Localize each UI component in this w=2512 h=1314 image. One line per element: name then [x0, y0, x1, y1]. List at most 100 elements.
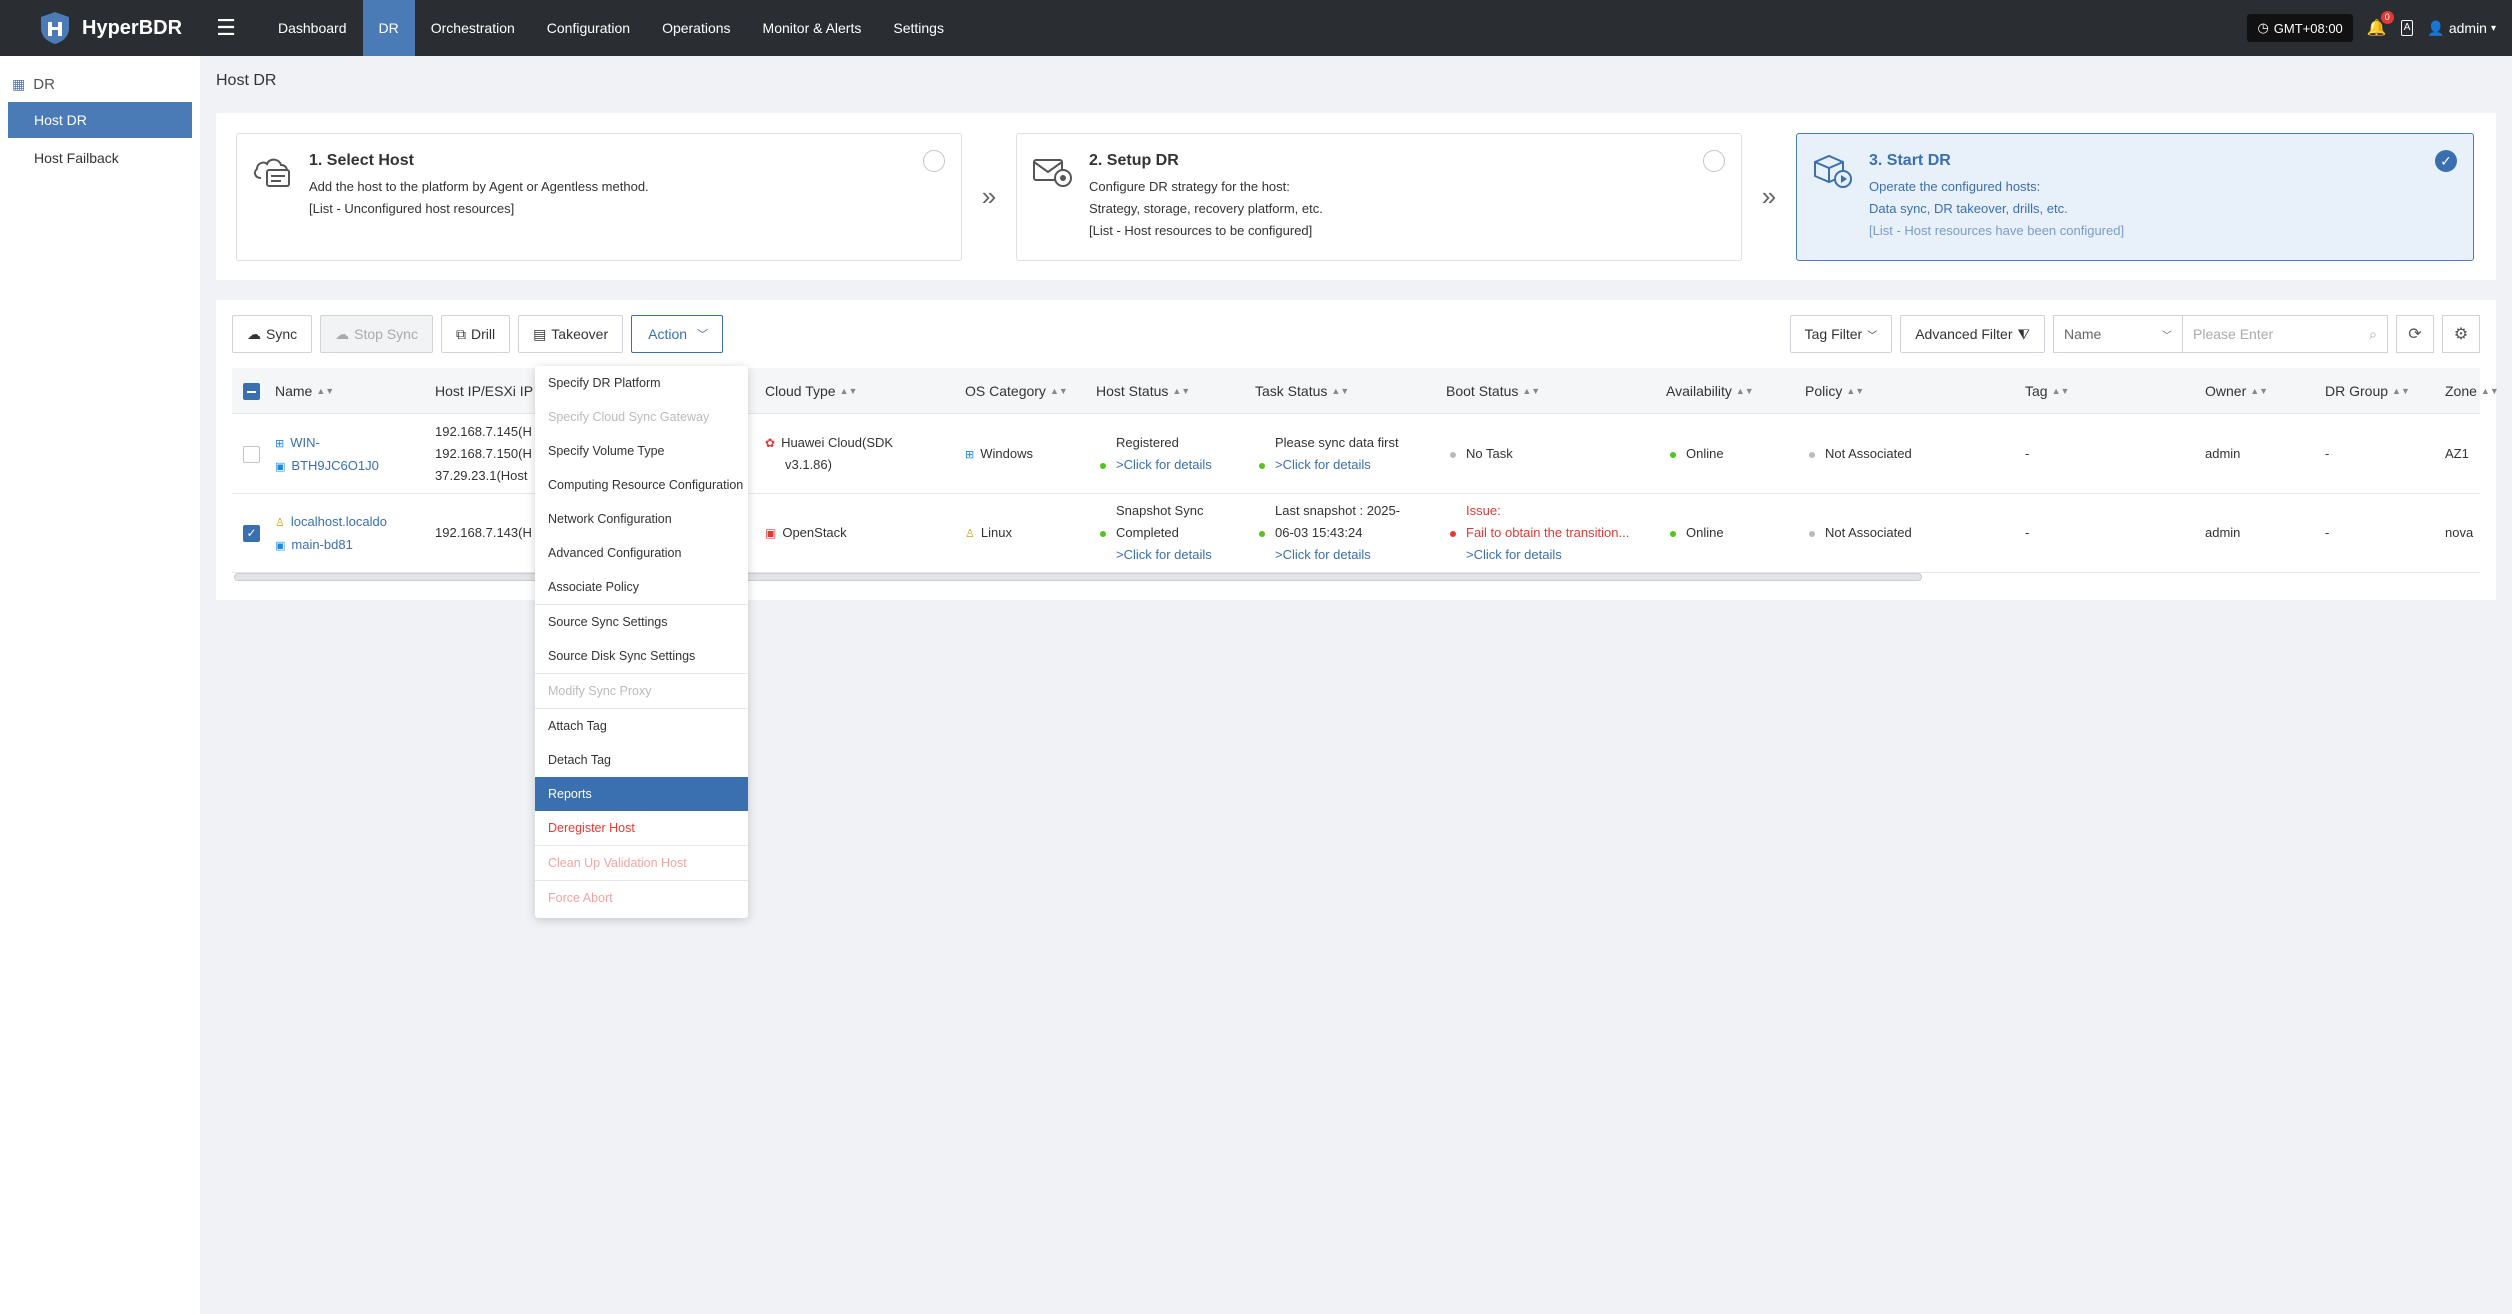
- nav-dashboard[interactable]: Dashboard: [262, 0, 363, 56]
- row-checkbox[interactable]: [243, 446, 260, 463]
- col-host-ip[interactable]: Host IP/ESXi IP: [435, 368, 533, 414]
- status-dot: [1670, 530, 1676, 537]
- col-boot-status[interactable]: Boot Status ▲▼: [1446, 368, 1540, 414]
- menu-item-modify-sync-proxy[interactable]: Modify Sync Proxy: [535, 674, 748, 708]
- menu-item-source-sync-settings[interactable]: Source Sync Settings: [535, 605, 748, 639]
- menu-item-reports[interactable]: Reports: [535, 777, 748, 811]
- menu-item-source-disk-sync-settings[interactable]: Source Disk Sync Settings: [535, 639, 748, 673]
- host-name-link[interactable]: localhost.localdo: [291, 514, 387, 529]
- dr-group: -: [2325, 525, 2330, 540]
- menu-item-deregister-host[interactable]: Deregister Host: [535, 811, 748, 845]
- menu-toggle-icon[interactable]: ☰: [206, 0, 246, 56]
- horizontal-scrollbar[interactable]: [234, 573, 1922, 581]
- menu-item-clean-up-validation-host[interactable]: Clean Up Validation Host: [535, 846, 748, 880]
- refresh-icon[interactable]: ⟳: [2396, 315, 2434, 353]
- host-name-link[interactable]: BTH9JC6O1J0: [291, 458, 378, 473]
- search-input[interactable]: Please Enter ⌕: [2182, 315, 2388, 353]
- status-dot: [1670, 451, 1676, 458]
- col-label: Host Status: [1096, 383, 1169, 399]
- host-name-link[interactable]: WIN-: [290, 435, 320, 450]
- task-status: 06-03 15:43:24: [1275, 525, 1363, 540]
- advanced-filter-button[interactable]: Advanced Filter ⧨: [1900, 315, 2045, 353]
- col-owner[interactable]: Owner ▲▼: [2205, 368, 2268, 414]
- search-field-select[interactable]: Name ﹀: [2053, 315, 2183, 353]
- col-label: Name: [275, 383, 313, 399]
- menu-item-force-abort[interactable]: Force Abort: [535, 881, 748, 915]
- step-radio[interactable]: [923, 149, 945, 172]
- menu-item-specify-dr-platform[interactable]: Specify DR Platform: [535, 366, 748, 400]
- menu-item-associate-policy[interactable]: Associate Policy: [535, 570, 748, 604]
- host-status-details-link[interactable]: >Click for details: [1116, 457, 1212, 472]
- step-setup-dr[interactable]: 2. Setup DR Configure DR strategy for th…: [1016, 132, 1742, 261]
- takeover-icon: ▤: [533, 325, 547, 342]
- language-icon[interactable]: A: [2400, 20, 2414, 36]
- host-status: Registered: [1116, 435, 1179, 450]
- col-os-category[interactable]: OS Category ▲▼: [965, 368, 1068, 414]
- search-field-label: Name: [2064, 326, 2102, 342]
- col-label: Zone: [2445, 383, 2477, 399]
- cloud-type: OpenStack: [782, 525, 847, 540]
- sidebar-item-host-failback[interactable]: Host Failback: [8, 140, 192, 176]
- nav-monitor-alerts[interactable]: Monitor & Alerts: [747, 0, 878, 56]
- col-host-status[interactable]: Host Status ▲▼: [1096, 368, 1190, 414]
- nav-configuration[interactable]: Configuration: [531, 0, 646, 56]
- col-availability[interactable]: Availability ▲▼: [1666, 368, 1754, 414]
- bell-icon[interactable]: 🔔 0: [2367, 11, 2394, 38]
- notification-badge: 0: [2380, 11, 2394, 24]
- nav-orchestration[interactable]: Orchestration: [415, 0, 531, 56]
- nav-dr[interactable]: DR: [362, 0, 415, 56]
- gear-icon[interactable]: ⚙: [2442, 315, 2480, 353]
- status-dot: [1809, 451, 1815, 458]
- host-name-link[interactable]: main-bd81: [291, 537, 352, 552]
- row-checkbox[interactable]: ✓: [243, 525, 260, 542]
- step-start-dr[interactable]: 3. Start DR Operate the configured hosts…: [1796, 132, 2474, 261]
- availability: Online: [1686, 446, 1724, 461]
- step-radio[interactable]: [1703, 149, 1725, 172]
- user-menu[interactable]: 👤 admin ▾: [2427, 20, 2496, 37]
- cloud-host-icon: [253, 158, 290, 187]
- host-ip: 192.168.7.150(H: [435, 446, 532, 461]
- windows-icon: ⊞: [965, 449, 975, 461]
- step-desc: [List - Host resources to be configured]: [1089, 222, 1313, 238]
- takeover-button[interactable]: ▤ Takeover: [518, 315, 624, 353]
- sort-icon: ▲▼: [1522, 386, 1541, 396]
- menu-item-computing-resource-configuration[interactable]: Computing Resource Configuration: [535, 468, 748, 502]
- step-select-host[interactable]: 1. Select Host Add the host to the platf…: [236, 132, 962, 261]
- boot-status-details-link[interactable]: >Click for details: [1466, 547, 1562, 562]
- col-tag[interactable]: Tag ▲▼: [2025, 368, 2069, 414]
- sync-button[interactable]: ☁ Sync: [232, 315, 313, 353]
- col-policy[interactable]: Policy ▲▼: [1805, 368, 1864, 414]
- menu-item-detach-tag[interactable]: Detach Tag: [535, 743, 748, 777]
- sidebar-item-host-dr[interactable]: Host DR: [8, 102, 192, 138]
- tag-filter-button[interactable]: Tag Filter ﹀: [1789, 315, 1893, 353]
- stop-sync-button[interactable]: ☁ Stop Sync: [320, 315, 433, 353]
- user-icon: 👤: [2427, 19, 2445, 36]
- task-status-details-link[interactable]: >Click for details: [1275, 547, 1371, 562]
- col-name[interactable]: Name ▲▼: [275, 368, 334, 414]
- col-task-status[interactable]: Task Status ▲▼: [1255, 368, 1349, 414]
- sort-icon: ▲▼: [1049, 386, 1068, 396]
- host-status-details-link[interactable]: >Click for details: [1116, 547, 1212, 562]
- timezone-button[interactable]: ◷ GMT+08:00: [2247, 14, 2353, 42]
- menu-item-specify-cloud-sync-gateway[interactable]: Specify Cloud Sync Gateway: [535, 400, 748, 434]
- drill-button[interactable]: ⧉ Drill: [440, 315, 511, 353]
- menu-item-attach-tag[interactable]: Attach Tag: [535, 709, 748, 743]
- action-dropdown-button[interactable]: Action ﹀: [631, 315, 724, 353]
- page-title: Host DR: [216, 72, 277, 89]
- nav-operations[interactable]: Operations: [646, 0, 746, 56]
- host-status: Snapshot Sync: [1116, 503, 1204, 518]
- app-logo[interactable]: HyperBDR: [0, 10, 200, 46]
- col-dr-group[interactable]: DR Group ▲▼: [2325, 368, 2410, 414]
- nav-settings[interactable]: Settings: [877, 0, 960, 56]
- col-cloud-type[interactable]: Cloud Type ▲▼: [765, 368, 857, 414]
- clock-icon: ◷: [2257, 20, 2269, 35]
- menu-item-advanced-configuration[interactable]: Advanced Configuration: [535, 536, 748, 570]
- select-all-checkbox[interactable]: [243, 382, 260, 400]
- col-zone[interactable]: Zone ▲▼: [2445, 368, 2499, 414]
- sort-icon: ▲▼: [2480, 386, 2499, 396]
- col-label: Tag: [2025, 383, 2048, 399]
- task-status-details-link[interactable]: >Click for details: [1275, 457, 1371, 472]
- check-icon[interactable]: ✓: [2435, 149, 2457, 172]
- menu-item-network-configuration[interactable]: Network Configuration: [535, 502, 748, 536]
- menu-item-specify-volume-type[interactable]: Specify Volume Type: [535, 434, 748, 468]
